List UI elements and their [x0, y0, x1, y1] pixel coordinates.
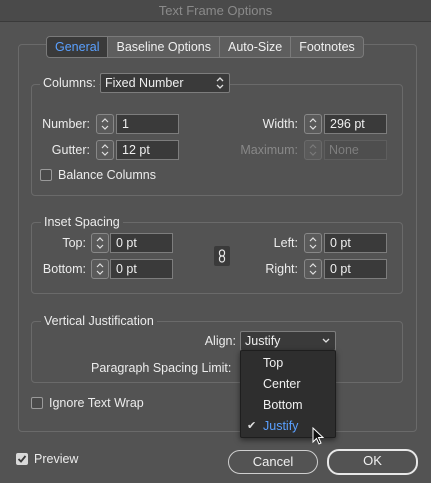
- tab-baseline-options[interactable]: Baseline Options: [107, 37, 219, 57]
- menu-item-center[interactable]: Center: [241, 374, 335, 395]
- ok-button[interactable]: OK: [327, 449, 418, 475]
- stepper-arrows-icon: [309, 118, 317, 130]
- inset-top-stepper[interactable]: [91, 233, 109, 253]
- inset-spacing-title: Inset Spacing: [41, 215, 123, 229]
- ignore-text-wrap-label[interactable]: Ignore Text Wrap: [49, 396, 144, 410]
- menu-item-bottom[interactable]: Bottom: [241, 395, 335, 416]
- mouse-pointer-icon: [312, 427, 325, 445]
- inset-left-stepper[interactable]: [304, 233, 322, 253]
- gutter-label: Gutter:: [51, 143, 90, 157]
- columns-label: Columns:: [40, 76, 99, 90]
- menu-item-label: Top: [263, 356, 284, 370]
- inset-top-label: Top:: [62, 236, 86, 250]
- paragraph-spacing-limit-label: Paragraph Spacing Limit:: [91, 361, 232, 375]
- menu-item-label: Center: [263, 377, 301, 391]
- chain-link-icon: [218, 249, 226, 263]
- checkmark-icon: ✔: [247, 420, 257, 432]
- gutter-field[interactable]: 12 pt: [116, 140, 179, 160]
- inset-bottom-field[interactable]: 0 pt: [110, 259, 173, 279]
- inset-top-field[interactable]: 0 pt: [110, 233, 173, 253]
- preview-label[interactable]: Preview: [34, 452, 78, 466]
- maximum-field: None: [324, 140, 387, 160]
- stepper-arrows-icon: [101, 118, 109, 130]
- inset-left-label: Left:: [273, 236, 298, 250]
- link-settings-button[interactable]: [214, 246, 230, 266]
- gutter-stepper[interactable]: [96, 140, 114, 160]
- menu-item-label: Bottom: [263, 398, 303, 412]
- stepper-arrows-icon: [309, 144, 317, 156]
- preview-checkbox[interactable]: [16, 453, 28, 465]
- maximum-label: Maximum:: [240, 143, 298, 157]
- menu-item-top[interactable]: Top: [241, 353, 335, 374]
- inset-right-label: Right:: [265, 262, 298, 276]
- inset-left-field[interactable]: 0 pt: [324, 233, 387, 253]
- ignore-text-wrap-checkbox[interactable]: [31, 397, 43, 409]
- inset-right-field[interactable]: 0 pt: [324, 259, 387, 279]
- inset-right-stepper[interactable]: [304, 259, 322, 279]
- tab-footnotes[interactable]: Footnotes: [290, 37, 363, 57]
- menu-item-label: Justify: [263, 419, 299, 433]
- number-field[interactable]: 1: [116, 114, 179, 134]
- stepper-arrows-icon: [309, 263, 317, 275]
- checkmark-icon: [17, 455, 27, 463]
- vertical-justification-title: Vertical Justification: [41, 314, 157, 328]
- balance-columns-checkbox[interactable]: [40, 169, 52, 181]
- stepper-arrows-icon: [309, 237, 317, 249]
- width-label: Width:: [262, 117, 298, 131]
- tab-bar: General Baseline Options Auto-Size Footn…: [46, 36, 364, 58]
- window-title: Text Frame Options: [0, 0, 431, 22]
- chevron-down-icon: [322, 338, 330, 343]
- tab-general[interactable]: General: [47, 37, 108, 57]
- width-field[interactable]: 296 pt: [324, 114, 387, 134]
- align-value: Justify: [245, 334, 281, 348]
- stepper-arrows-icon: [96, 237, 104, 249]
- align-dropdown-menu: Top Center Bottom ✔ Justify: [240, 350, 336, 438]
- align-select[interactable]: Justify: [240, 331, 336, 351]
- inset-bottom-label: Bottom:: [42, 262, 86, 276]
- tab-auto-size[interactable]: Auto-Size: [219, 37, 290, 57]
- columns-type-select[interactable]: Fixed Number: [100, 73, 230, 93]
- align-label: Align:: [204, 334, 236, 348]
- number-stepper[interactable]: [96, 114, 114, 134]
- chevron-updown-icon: [216, 77, 224, 89]
- columns-type-value: Fixed Number: [105, 76, 184, 90]
- inset-bottom-stepper[interactable]: [91, 259, 109, 279]
- width-stepper[interactable]: [304, 114, 322, 134]
- stepper-arrows-icon: [96, 263, 104, 275]
- balance-columns-label[interactable]: Balance Columns: [58, 168, 156, 182]
- cancel-button[interactable]: Cancel: [228, 450, 318, 474]
- stepper-arrows-icon: [101, 144, 109, 156]
- maximum-stepper: [304, 140, 322, 160]
- number-label: Number:: [42, 117, 90, 131]
